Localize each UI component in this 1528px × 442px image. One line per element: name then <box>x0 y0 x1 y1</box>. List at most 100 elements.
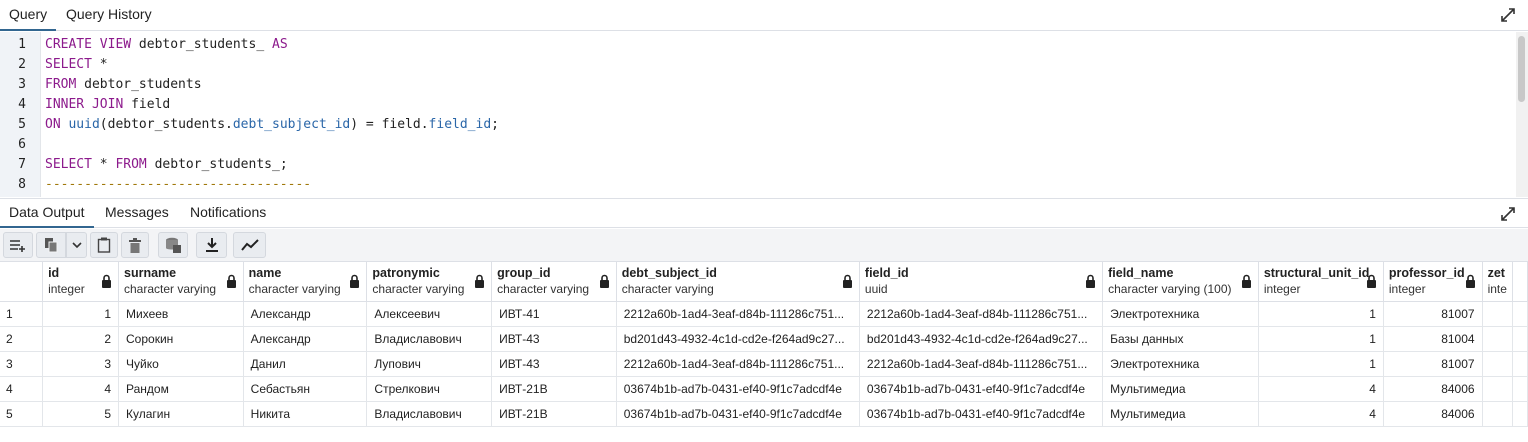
table-row[interactable]: 3 3 Чуйко Данил Лупович ИВТ-43 2212a60b-1ad4-3… <box>0 351 1528 377</box>
download-button[interactable] <box>196 232 227 258</box>
copy-button[interactable] <box>36 232 66 258</box>
table-cell[interactable]: Электротехника <box>1102 351 1259 377</box>
table-cell[interactable]: 5 <box>42 401 119 427</box>
row-number[interactable]: 1 <box>0 301 44 327</box>
table-cell[interactable]: ИВТ-21В <box>491 376 617 402</box>
table-cell[interactable]: Лупович <box>366 351 493 377</box>
table-cell[interactable]: Владиславович <box>366 326 493 352</box>
table-cell[interactable]: ИВТ-41 <box>491 301 617 327</box>
table-cell[interactable]: Михеев <box>118 301 244 327</box>
table-cell[interactable]: 81007 <box>1383 351 1483 377</box>
table-cell[interactable]: 2212a60b-1ad4-3eaf-d84b-111286c751... <box>616 301 860 327</box>
sql-editor[interactable]: 1 2 3 4 5 6 7 8 CREATE VIEW debtor_stude… <box>0 32 1528 197</box>
column-header-group-id[interactable]: group_id character varying <box>491 262 617 302</box>
table-cell[interactable]: 84006 <box>1383 401 1483 427</box>
table-cell[interactable]: 2212a60b-1ad4-3eaf-d84b-111286c751... <box>616 351 860 377</box>
column-header-structural-unit-id[interactable]: structural_unit_id integer <box>1258 262 1384 302</box>
column-header-field-name[interactable]: field_name character varying (100) <box>1102 262 1259 302</box>
table-cell[interactable] <box>1482 326 1514 352</box>
table-cell[interactable]: 81007 <box>1383 301 1483 327</box>
column-name: group_id <box>497 266 551 280</box>
row-number[interactable]: 3 <box>0 351 44 377</box>
table-row[interactable]: 5 5 Кулагин Никита Владиславович ИВТ-21В 03674… <box>0 401 1528 427</box>
column-header-surname[interactable]: surname character varying <box>118 262 244 302</box>
tab-query[interactable]: Query <box>0 0 57 31</box>
table-cell[interactable]: 1 <box>1258 301 1384 327</box>
column-header-professor-id[interactable]: professor_id integer <box>1383 262 1483 302</box>
code-line-5: ON uuid(debtor_students.debt_subject_id)… <box>45 117 499 132</box>
table-cell[interactable]: 81004 <box>1383 326 1483 352</box>
table-cell[interactable]: 1 <box>42 301 119 327</box>
table-row[interactable]: 1 1 Михеев Александр Алексеевич ИВТ-41 2212a60… <box>0 301 1528 327</box>
tab-messages[interactable]: Messages <box>96 199 178 228</box>
code-line-8: ---------------------------------- <box>45 177 312 192</box>
expand-icon[interactable] <box>1500 7 1516 23</box>
table-cell[interactable] <box>1482 401 1514 427</box>
tab-data-output[interactable]: Data Output <box>0 199 94 228</box>
table-cell[interactable]: 2212a60b-1ad4-3eaf-d84b-111286c751... <box>859 301 1104 327</box>
tab-query-history[interactable]: Query History <box>57 0 161 31</box>
table-cell[interactable]: Рандом <box>118 376 244 402</box>
add-row-button[interactable] <box>3 232 33 258</box>
table-cell[interactable]: Владиславович <box>366 401 493 427</box>
table-cell[interactable]: 84006 <box>1383 376 1483 402</box>
table-cell[interactable]: Мультимедиа <box>1102 376 1259 402</box>
table-cell[interactable]: Базы данных <box>1102 326 1259 352</box>
row-number[interactable]: 4 <box>0 376 44 402</box>
table-cell[interactable]: Чуйко <box>118 351 244 377</box>
table-cell[interactable]: Александр <box>243 326 368 352</box>
column-header-debt-subject-id[interactable]: debt_subject_id character varying <box>616 262 860 302</box>
table-cell[interactable]: 2212a60b-1ad4-3eaf-d84b-111286c751... <box>859 351 1104 377</box>
expand-output-icon[interactable] <box>1500 206 1516 222</box>
table-cell[interactable]: 03674b1b-ad7b-0431-ef40-9f1c7adcdf4e <box>616 401 860 427</box>
table-cell[interactable]: 2 <box>42 326 119 352</box>
editor-scroll-thumb[interactable] <box>1518 36 1525 102</box>
column-name: professor_id <box>1388 266 1465 280</box>
line-number: 6 <box>18 137 26 152</box>
tab-notifications[interactable]: Notifications <box>181 199 275 228</box>
table-cell[interactable]: ИВТ-43 <box>491 351 617 377</box>
column-header-name[interactable]: name character varying <box>243 262 368 302</box>
table-cell[interactable]: Стрелкович <box>366 376 493 402</box>
table-cell[interactable]: Алексеевич <box>366 301 493 327</box>
table-cell[interactable]: 4 <box>1258 401 1384 427</box>
delete-button[interactable] <box>121 232 149 258</box>
table-cell[interactable]: 1 <box>1258 326 1384 352</box>
table-cell[interactable]: Никита <box>243 401 368 427</box>
table-cell[interactable]: bd201d43-4932-4c1d-cd2e-f264ad9c27... <box>616 326 860 352</box>
table-cell[interactable]: ИВТ-21В <box>491 401 617 427</box>
paste-button[interactable] <box>90 232 118 258</box>
table-cell[interactable]: Александр <box>243 301 368 327</box>
table-row[interactable]: 2 2 Сорокин Александр Владиславович ИВТ-43 bd2… <box>0 326 1528 352</box>
column-header-patronymic[interactable]: patronymic character varying <box>366 262 493 302</box>
table-cell[interactable]: 03674b1b-ad7b-0431-ef40-9f1c7adcdf4e <box>859 401 1104 427</box>
table-cell[interactable]: 1 <box>1258 351 1384 377</box>
table-cell[interactable]: Себастьян <box>243 376 368 402</box>
table-cell[interactable]: Мультимедиа <box>1102 401 1259 427</box>
row-number[interactable]: 5 <box>0 401 44 427</box>
table-cell[interactable]: Кулагин <box>118 401 244 427</box>
table-cell[interactable] <box>1482 301 1514 327</box>
save-data-button[interactable] <box>158 232 188 258</box>
column-header-field-id[interactable]: field_id uuid <box>859 262 1104 302</box>
table-cell[interactable]: 03674b1b-ad7b-0431-ef40-9f1c7adcdf4e <box>859 376 1104 402</box>
table-cell[interactable]: Электротехника <box>1102 301 1259 327</box>
column-header-id[interactable]: id integer <box>42 262 119 302</box>
editor-scrollbar[interactable] <box>1516 32 1528 197</box>
graph-visualiser-button[interactable] <box>233 232 266 258</box>
table-cell[interactable]: Данил <box>243 351 368 377</box>
table-cell[interactable]: Сорокин <box>118 326 244 352</box>
table-cell[interactable] <box>1482 376 1514 402</box>
table-cell[interactable]: 4 <box>1258 376 1384 402</box>
table-cell[interactable]: 3 <box>42 351 119 377</box>
table-cell[interactable]: bd201d43-4932-4c1d-cd2e-f264ad9c27... <box>859 326 1104 352</box>
table-row[interactable]: 4 4 Рандом Себастьян Стрелкович ИВТ-21В 03674b… <box>0 376 1528 402</box>
copy-options-button[interactable] <box>66 232 87 258</box>
table-cell[interactable]: 4 <box>42 376 119 402</box>
table-cell[interactable]: ИВТ-43 <box>491 326 617 352</box>
column-header-zet[interactable]: zet inte <box>1482 262 1514 302</box>
table-cell[interactable]: 03674b1b-ad7b-0431-ef40-9f1c7adcdf4e <box>616 376 860 402</box>
lock-icon <box>1241 274 1251 288</box>
row-number[interactable]: 2 <box>0 326 44 352</box>
table-cell[interactable] <box>1482 351 1514 377</box>
